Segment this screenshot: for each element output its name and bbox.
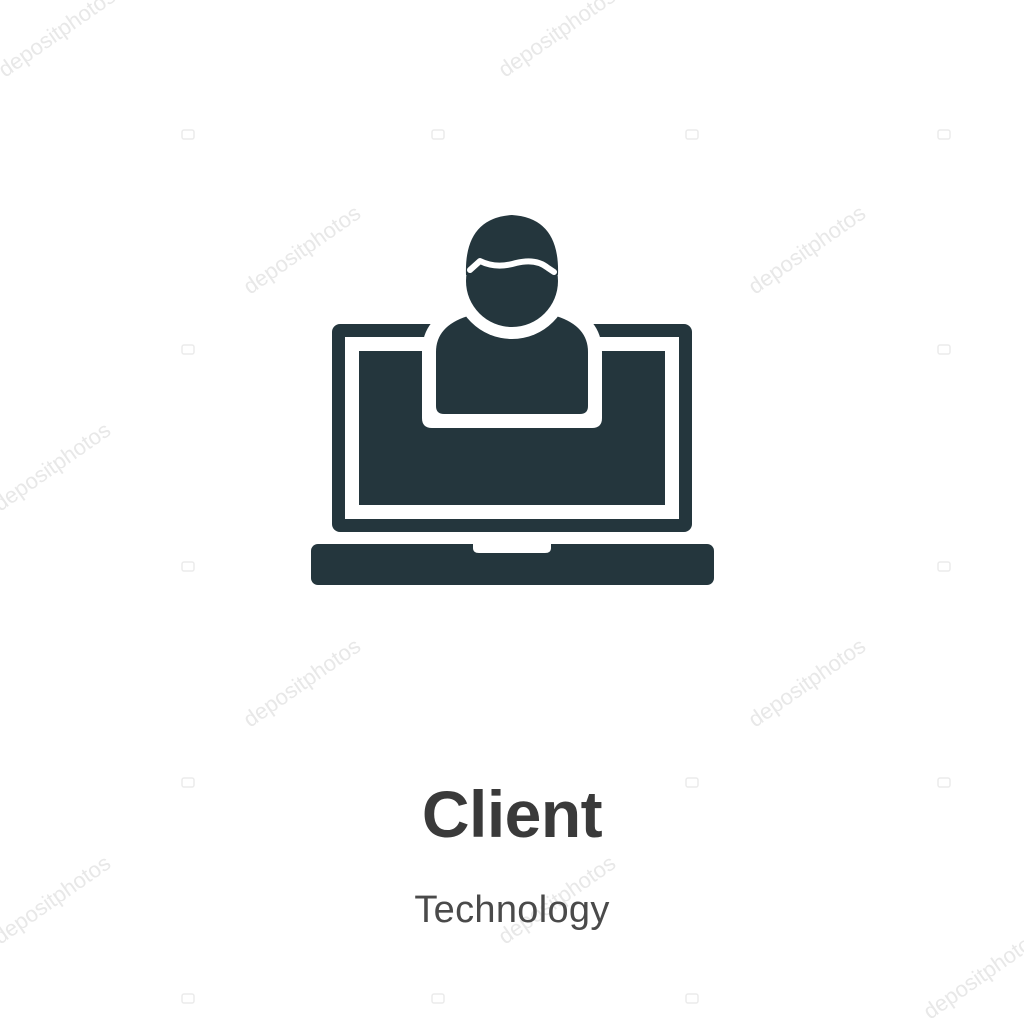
icon-category: Technology — [414, 889, 610, 931]
icon-preview-page: depositphotos depositphotos depositphoto… — [0, 0, 1024, 1024]
icon-title: Client — [421, 777, 603, 851]
laptop-hinge-notch — [473, 544, 551, 553]
client-laptop-icon — [311, 215, 714, 585]
